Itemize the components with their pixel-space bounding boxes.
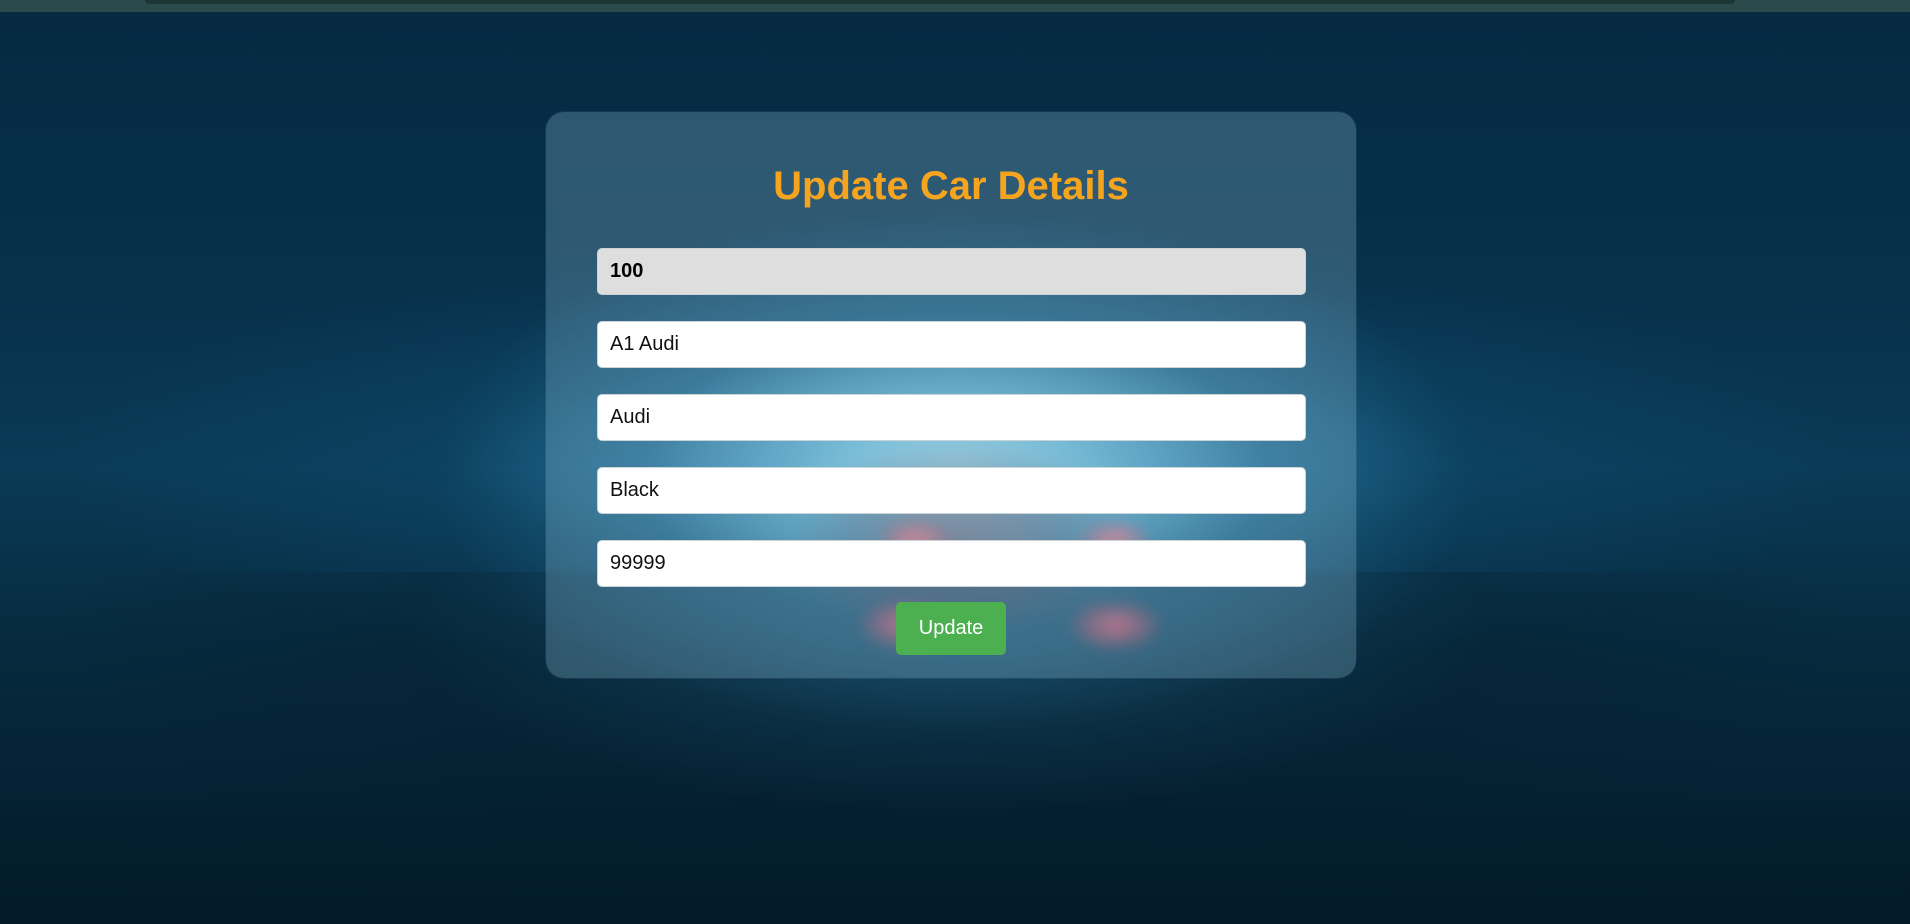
price-field[interactable] [597, 540, 1306, 587]
color-field[interactable] [597, 467, 1306, 514]
car-id-field[interactable] [597, 248, 1306, 295]
brand-field[interactable] [597, 394, 1306, 441]
model-field[interactable] [597, 321, 1306, 368]
update-button[interactable]: Update [896, 602, 1006, 655]
browser-top-bar [145, 0, 1735, 4]
update-car-form: Update Car Details Update [546, 112, 1356, 678]
form-title: Update Car Details [773, 164, 1129, 208]
